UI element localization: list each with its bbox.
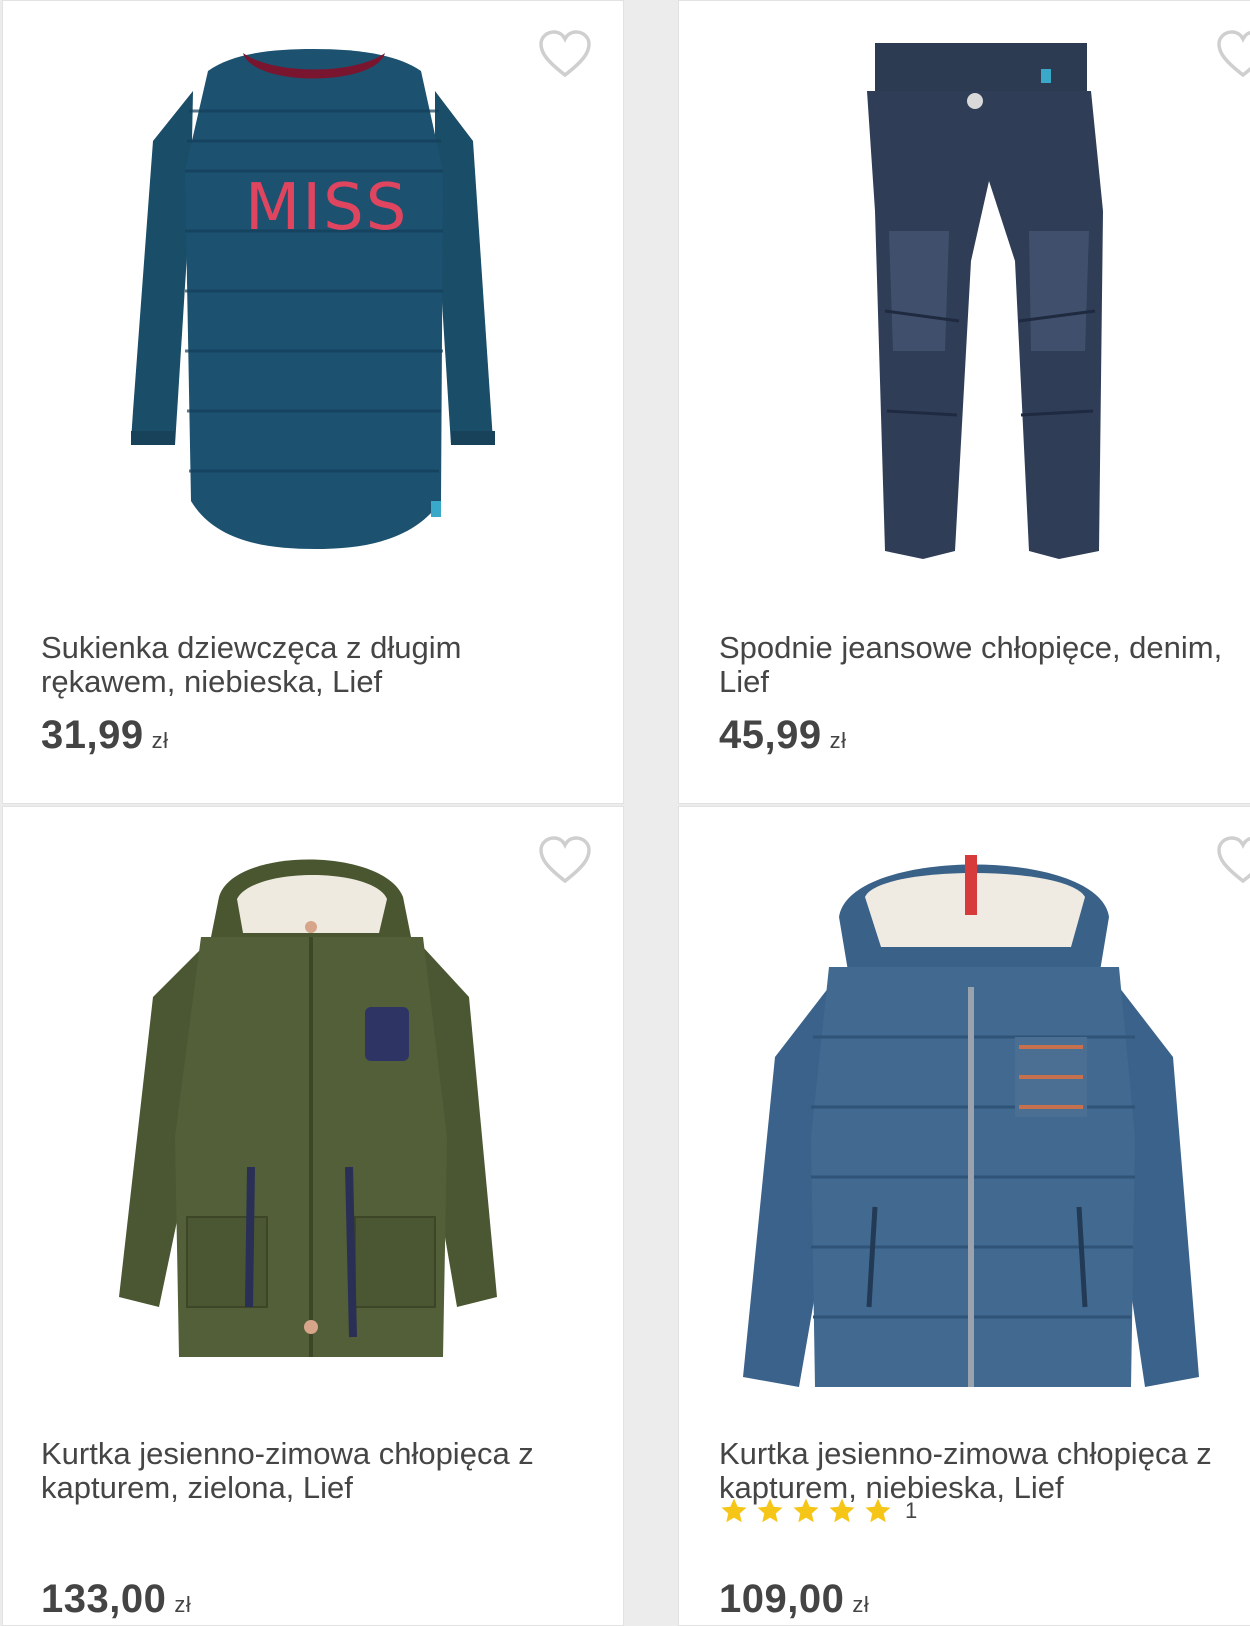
price-value: 133,00 [41,1577,167,1621]
product-image[interactable]: MISS [3,31,623,591]
product-card[interactable]: Kurtka jesienno-zimowa chłopięca z kaptu… [2,806,624,1626]
product-price: 109,00 zł [719,1577,869,1622]
price-value: 31,99 [41,713,144,757]
price-currency: zł [829,728,847,753]
star-icon [829,1498,855,1523]
product-card[interactable]: Kurtka jesienno-zimowa chłopięca z kaptu… [678,806,1250,1626]
price-currency: zł [174,1592,192,1617]
svg-text:MISS: MISS [245,171,408,245]
product-card[interactable]: Spodnie jeansowe chłopięce, denim, Lief … [678,0,1250,804]
price-currency: zł [852,1592,870,1617]
product-image[interactable] [3,837,623,1397]
review-count: 1 [905,1498,918,1523]
product-image[interactable] [679,31,1250,591]
product-title[interactable]: Kurtka jesienno-zimowa chłopięca z kaptu… [41,1437,581,1505]
price-currency: zł [151,728,169,753]
star-icon [865,1498,891,1523]
star-icon [757,1498,783,1523]
star-icon [721,1498,747,1523]
product-card[interactable]: MISS Sukienka dziewczęca z długim rękawe… [2,0,624,804]
star-icon [793,1498,819,1523]
product-image[interactable] [679,837,1250,1397]
product-title[interactable]: Sukienka dziewczęca z długim rękawem, ni… [41,631,581,699]
product-title[interactable]: Spodnie jeansowe chłopięce, denim, Lief [719,631,1250,699]
product-price: 31,99 zł [41,713,169,758]
price-value: 109,00 [719,1577,845,1621]
product-price: 45,99 zł [719,713,847,758]
product-price: 133,00 zł [41,1577,191,1622]
price-value: 45,99 [719,713,822,757]
product-rating: 1 [719,1495,917,1527]
